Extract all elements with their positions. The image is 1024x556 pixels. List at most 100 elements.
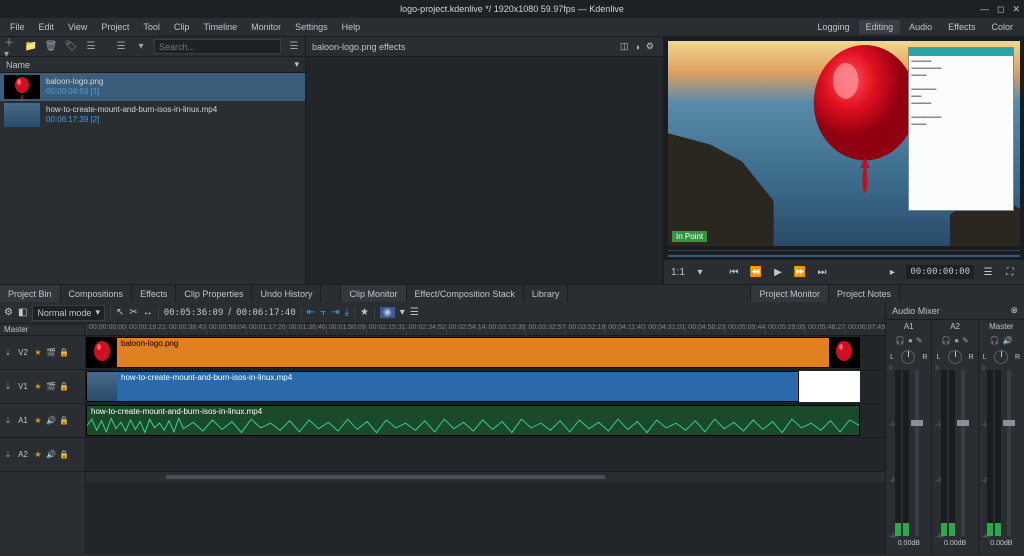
volume-slider[interactable] <box>915 370 919 536</box>
search-input[interactable] <box>154 39 281 54</box>
zone-out-icon[interactable]: ⇥ <box>331 307 339 318</box>
rec-icon[interactable]: ✎ <box>916 336 923 348</box>
layout-logging[interactable]: Logging <box>811 20 857 34</box>
razor-tool-icon[interactable]: ✂ <box>129 307 137 318</box>
track-header-v2[interactable]: ⇣ V2 ★ 🎬 🔒 <box>0 336 85 370</box>
delete-icon[interactable]: 🗑 <box>44 40 58 54</box>
lock-icon[interactable]: 🔒 <box>59 450 69 460</box>
star-icon[interactable]: ★ <box>33 450 43 460</box>
minimize-icon[interactable]: — <box>980 4 989 15</box>
monitor-ruler[interactable] <box>668 250 1020 260</box>
clip-end[interactable] <box>799 371 861 402</box>
timeline-clip[interactable]: how-to-create-mount-and-burn-isos-in-lin… <box>86 371 799 402</box>
menu-tool[interactable]: Tool <box>137 20 166 34</box>
timeline-position[interactable]: 00:05:36:09 <box>164 308 224 318</box>
rec-icon[interactable]: ✎ <box>962 336 969 348</box>
maximize-icon[interactable]: ◻ <box>997 4 1004 15</box>
menu-project[interactable]: Project <box>95 20 135 34</box>
track-row[interactable] <box>86 438 885 472</box>
mute-icon[interactable]: 🔊 <box>46 416 56 426</box>
star-icon[interactable]: ★ <box>33 348 43 358</box>
bin-item[interactable]: baloon-logo.png 00:00:04:59 [1] <box>0 73 305 101</box>
mode-dropdown[interactable]: Normal mode▾ <box>32 305 105 321</box>
play-icon[interactable]: ▶ <box>770 264 786 280</box>
track-header-a1[interactable]: ⇣ A1 ★ 🔊 🔒 <box>0 404 85 438</box>
spacer-tool-icon[interactable]: ↔ <box>143 307 153 318</box>
menu-monitor[interactable]: Monitor <box>245 20 287 34</box>
mute-icon[interactable]: 🔊 <box>46 450 56 460</box>
overwrite-icon[interactable]: ⤓ <box>345 307 349 318</box>
rewind-icon[interactable]: ⏪ <box>748 264 764 280</box>
timeline-ruler[interactable]: 00:00:00:0000:00:19:2100:00:38:4300:00:5… <box>86 324 885 336</box>
mute-icon[interactable]: 🎧 <box>895 336 905 348</box>
chevron-down-icon[interactable]: ▾ <box>692 264 708 280</box>
tab-clip-properties[interactable]: Clip Properties <box>176 285 252 302</box>
timeline-scrollbar[interactable] <box>86 472 885 482</box>
expand-icon[interactable]: ⇣ <box>3 416 13 426</box>
menu-view[interactable]: View <box>62 20 93 34</box>
collapse-icon[interactable]: ⊗ <box>1010 305 1018 316</box>
expand-icon[interactable]: ⇣ <box>3 382 13 392</box>
track-row[interactable]: baloon-logo.png <box>86 336 885 370</box>
view-dropdown-icon[interactable]: ▾ <box>134 40 148 54</box>
bin-column-header[interactable]: Name ▾ <box>0 57 305 73</box>
lock-icon[interactable]: 🔒 <box>59 348 69 358</box>
bin-item[interactable]: how-to-create-mount-and-burn-isos-in-lin… <box>0 101 305 129</box>
tab-undo-history[interactable]: Undo History <box>252 285 321 302</box>
timeline-tracks[interactable]: 00:00:00:0000:00:19:2100:00:38:4300:00:5… <box>86 324 885 554</box>
fullscreen-icon[interactable]: ⛶ <box>1002 264 1018 280</box>
master-label[interactable]: Master <box>0 324 85 336</box>
tab-effect-stack[interactable]: Effect/Composition Stack <box>407 285 524 302</box>
preview-render-icon[interactable]: ◉ <box>380 307 395 318</box>
skip-start-icon[interactable]: ⏮ <box>726 264 742 280</box>
track-icon[interactable]: ◧ <box>18 307 27 318</box>
list-icon[interactable]: ☰ <box>410 307 419 318</box>
menu-help[interactable]: Help <box>336 20 367 34</box>
pan-knob[interactable] <box>901 350 915 364</box>
options-icon[interactable]: ☰ <box>287 40 301 54</box>
tab-compositions[interactable]: Compositions <box>61 285 133 302</box>
menu-timeline[interactable]: Timeline <box>197 20 243 34</box>
mon-icon[interactable]: 🔊 <box>1003 336 1013 348</box>
lock-icon[interactable]: 🔒 <box>59 382 69 392</box>
menu-settings[interactable]: Settings <box>289 20 334 34</box>
mix-icon[interactable]: ⫟ <box>320 307 326 318</box>
track-row[interactable]: how-to-create-mount-and-burn-isos-in-lin… <box>86 404 885 438</box>
timeline-clip[interactable]: baloon-logo.png <box>86 337 860 368</box>
skip-end-icon[interactable]: ⏭ <box>814 264 830 280</box>
zone-in-icon[interactable]: ⇤ <box>307 307 315 318</box>
pan-knob[interactable] <box>948 350 962 364</box>
menu-icon[interactable]: ☰ <box>980 264 996 280</box>
tab-effects[interactable]: Effects <box>132 285 176 302</box>
gear-icon[interactable]: ⚙ <box>4 307 13 318</box>
layout-color[interactable]: Color <box>984 20 1020 34</box>
view-list-icon[interactable]: ☰ <box>114 40 128 54</box>
layout-audio[interactable]: Audio <box>902 20 939 34</box>
lock-icon[interactable]: 🔒 <box>59 416 69 426</box>
timeline-clip[interactable]: how-to-create-mount-and-burn-isos-in-lin… <box>86 405 860 436</box>
close-icon[interactable]: ✕ <box>1012 4 1020 15</box>
tab-library[interactable]: Library <box>524 285 569 302</box>
filter-icon[interactable]: ☰ <box>84 40 98 54</box>
pan-knob[interactable] <box>994 350 1008 364</box>
save-effects-icon[interactable]: ⚙ <box>646 41 654 52</box>
menu-edit[interactable]: Edit <box>33 20 61 34</box>
solo-icon[interactable]: ● <box>954 336 959 348</box>
tab-clip-monitor[interactable]: Clip Monitor <box>341 285 406 302</box>
split-icon[interactable]: ◫ <box>620 41 629 52</box>
monitor-timecode[interactable]: 00:00:00:00 <box>906 265 974 279</box>
tab-project-bin[interactable]: Project Bin <box>0 285 61 302</box>
monitor-canvas[interactable]: ▬▬▬▬▬▬▬▬▬▬▬▬▬▬▬▬▬▬▬▬▬▬▬▬▬▬▬▬▬▬▬▬▬ In Poi… <box>668 41 1020 246</box>
mute-icon[interactable]: 🎧 <box>941 336 951 348</box>
menu-file[interactable]: File <box>4 20 31 34</box>
expand-icon[interactable]: ⇣ <box>3 450 13 460</box>
selection-tool-icon[interactable]: ↖ <box>116 307 124 318</box>
tab-project-monitor[interactable]: Project Monitor <box>751 285 829 302</box>
star-icon[interactable]: ★ <box>33 382 43 392</box>
video-icon[interactable]: 🎬 <box>46 348 56 358</box>
volume-slider[interactable] <box>1007 370 1011 536</box>
toggle-effects-icon[interactable]: ◑ <box>634 42 639 52</box>
video-icon[interactable]: 🎬 <box>46 382 56 392</box>
tag-icon[interactable]: 🏷 <box>64 40 78 54</box>
tab-project-notes[interactable]: Project Notes <box>829 285 900 302</box>
